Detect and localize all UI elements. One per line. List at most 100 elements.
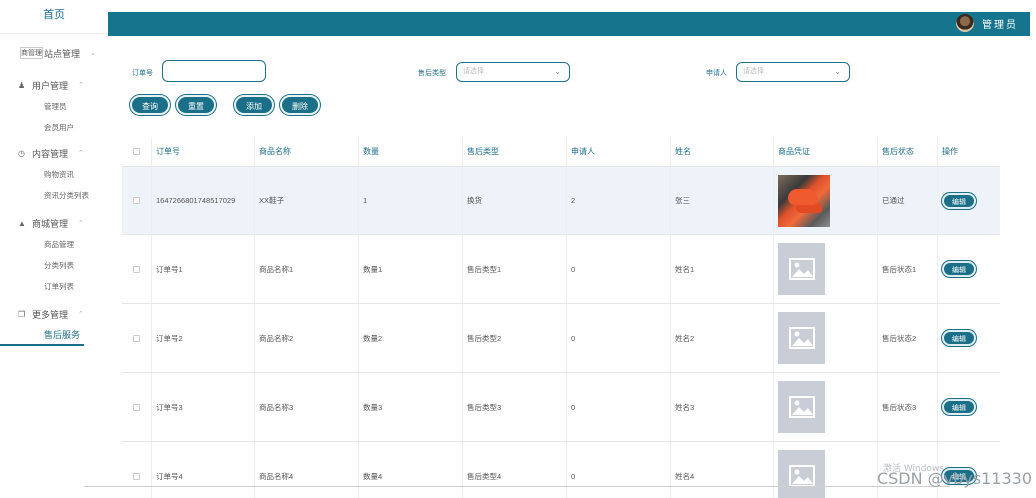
sidebar-item-categories[interactable]: 分类列表 — [0, 255, 108, 276]
row-checkbox[interactable] — [133, 403, 140, 411]
user-icon: ♟ — [18, 80, 26, 90]
actions-cell: 编辑 — [938, 167, 1000, 234]
type-cell: 换货 — [463, 167, 567, 234]
action-bar: 查询 重置 添加 删除 — [130, 95, 326, 115]
row-checkbox-cell[interactable] — [122, 304, 152, 372]
image-placeholder-icon[interactable] — [778, 381, 825, 433]
header-quantity: 数量 — [359, 137, 463, 166]
chevron-up-icon: ⌃ — [78, 220, 84, 227]
watermark: 激活 Windows CSDN @vbys11330 — [877, 464, 1032, 488]
applicant-select[interactable]: 请选择 ⌄ — [736, 62, 850, 82]
applicant-cell: 0 — [567, 373, 671, 441]
menu-title-content[interactable]: ◷ 内容管理 ⌃ — [0, 142, 108, 164]
add-button[interactable]: 添加 — [234, 95, 274, 115]
menu-title-more-label: 更多管理 — [32, 309, 69, 320]
table-row: 1647266801748517029 XX鞋子 1 换货 2 张三 已通过 编辑 — [122, 167, 1000, 235]
delete-button[interactable]: 删除 — [280, 95, 320, 115]
type-cell: 售后类型1 — [463, 235, 567, 303]
chevron-up-icon: ⌃ — [78, 150, 84, 157]
header-order: 订单号 — [152, 137, 255, 166]
type-cell: 售后类型4 — [463, 442, 567, 498]
header-status: 售后状态 — [878, 137, 938, 166]
edit-button[interactable]: 编辑 — [942, 330, 976, 346]
image-placeholder-icon[interactable] — [778, 312, 825, 364]
search-button[interactable]: 查询 — [130, 95, 170, 115]
menu-title-more[interactable]: ❐ 更多管理 ⌃ — [0, 303, 108, 325]
select-all-checkbox[interactable] — [133, 148, 140, 155]
after-sales-type-placeholder: 请选择 — [463, 68, 484, 75]
row-checkbox[interactable] — [133, 197, 140, 204]
order-number-label: 订单号 — [132, 70, 153, 77]
shop-icon: ▲ — [18, 218, 26, 228]
product-proof-cell — [774, 304, 878, 372]
product-proof-cell — [774, 442, 878, 498]
sidebar-item-orders[interactable]: 订单列表 — [0, 276, 108, 297]
after-sales-type-select[interactable]: 请选择 ⌄ — [456, 62, 570, 82]
filter-bar: 订单号 售后类型 请选择 ⌄ 申请人 请选择 ⌄ — [108, 60, 1030, 86]
status-cell: 售后状态1 — [878, 235, 938, 303]
menu-title-content-label: 内容管理 — [32, 148, 69, 159]
type-cell: 售后类型2 — [463, 304, 567, 372]
row-checkbox[interactable] — [133, 472, 140, 480]
actions-cell: 编辑 — [938, 304, 1000, 372]
reset-button[interactable]: 重置 — [176, 95, 216, 115]
top-bar: 管理员 — [108, 12, 1030, 36]
copy-icon: ❐ — [18, 309, 26, 319]
applicant-cell: 0 — [567, 235, 671, 303]
table-row: 订单号1 商品名称1 数量1 售后类型1 0 姓名1 售后状态1 编辑 — [122, 235, 1000, 304]
sidebar-item-members[interactable]: 会员用户 — [0, 117, 108, 138]
clock-icon: ◷ — [18, 148, 25, 158]
chevron-down-icon: ⌄ — [90, 50, 96, 57]
row-checkbox-cell[interactable] — [122, 235, 152, 303]
header-applicant: 申请人 — [567, 137, 671, 166]
header-person-name: 姓名 — [671, 137, 774, 166]
sidebar-item-products[interactable]: 商品管理 — [0, 234, 108, 255]
admin-label: 管理员 — [982, 19, 1018, 31]
order-number-input[interactable] — [162, 60, 266, 82]
quantity-cell: 数量1 — [359, 235, 463, 303]
sidebar-item-admin[interactable]: 管理员 — [0, 96, 108, 117]
image-placeholder-icon[interactable] — [778, 243, 825, 295]
sidebar-item-after-sales[interactable]: 售后服务 — [0, 325, 84, 346]
menu-title-shop[interactable]: ▲ 商城管理 ⌃ — [0, 212, 108, 234]
status-cell: 售后状态3 — [878, 373, 938, 441]
chevron-down-icon: ⌄ — [554, 67, 561, 76]
sidebar-item-news[interactable]: 购物资讯 — [0, 164, 108, 185]
edit-button[interactable]: 编辑 — [942, 192, 976, 209]
quantity-cell: 数量3 — [359, 373, 463, 441]
product-photo[interactable] — [778, 174, 830, 227]
admin-menu[interactable]: 管理员 — [956, 14, 1018, 32]
order-cell: 订单号4 — [152, 442, 255, 498]
row-checkbox-cell[interactable] — [122, 167, 152, 234]
menu-title-user[interactable]: ♟ 用户管理 ⌃ — [0, 74, 108, 96]
table-header: 订单号 商品名称 数量 售后类型 申请人 姓名 商品凭证 售后状态 操作 — [122, 137, 1000, 167]
person-name-cell: 姓名3 — [671, 373, 774, 441]
edit-button[interactable]: 编辑 — [942, 399, 976, 415]
status-cell: 售后状态2 — [878, 304, 938, 372]
menu-title-site-label: 站点管理 — [44, 48, 81, 59]
quantity-cell: 1 — [359, 167, 463, 234]
person-name-cell: 张三 — [671, 167, 774, 234]
edit-button[interactable]: 编辑 — [942, 261, 976, 277]
menu-group-shop: ▲ 商城管理 ⌃ 商品管理 分类列表 订单列表 — [0, 212, 108, 297]
sidebar-home-link[interactable]: 首页 — [0, 0, 108, 34]
applicant-placeholder: 请选择 — [743, 68, 764, 75]
site-overlay-label: 商管理 — [20, 47, 43, 59]
applicant-cell: 0 — [567, 442, 671, 498]
product-proof-cell — [774, 235, 878, 303]
row-checkbox-cell[interactable] — [122, 442, 152, 498]
sidebar-item-news-category[interactable]: 资讯分类列表 — [0, 185, 108, 206]
person-name-cell: 姓名4 — [671, 442, 774, 498]
chevron-up-icon: ⌃ — [78, 82, 84, 89]
app-root: 首页 商管理 站点管理 ⌄ ♟ 用户管理 ⌃ 管理员 会员用户 ◷ 内容管理 ⌃ — [0, 0, 1036, 498]
row-checkbox[interactable] — [133, 265, 140, 273]
table-row: 订单号4 商品名称4 数量4 售后类型4 0 姓名4 编辑 — [122, 442, 1000, 498]
row-checkbox[interactable] — [133, 334, 140, 342]
menu-group-user: ♟ 用户管理 ⌃ 管理员 会员用户 — [0, 74, 108, 138]
product-name-cell: 商品名称3 — [255, 373, 359, 441]
select-all-checkbox-cell[interactable] — [122, 137, 152, 166]
chevron-down-icon: ⌄ — [834, 67, 841, 76]
menu-title-site[interactable]: 商管理 站点管理 ⌄ — [0, 42, 108, 64]
row-checkbox-cell[interactable] — [122, 373, 152, 441]
image-placeholder-icon[interactable] — [778, 450, 825, 498]
